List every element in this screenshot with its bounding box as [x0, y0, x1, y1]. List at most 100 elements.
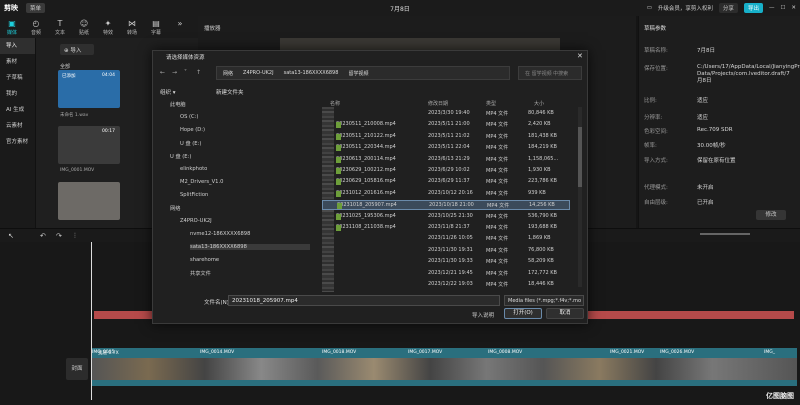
file-date: 2023/11/8 21:37: [428, 224, 470, 230]
tree-node[interactable]: 此电脑: [170, 101, 186, 108]
back-icon[interactable]: ←: [160, 69, 165, 76]
file-row[interactable]: 20231025_195306.mp4 2023/10/25 21:30 MP4 文…: [322, 212, 570, 222]
tree-node[interactable]: nvme12-186XXXX6898: [190, 231, 250, 237]
leftnav-item[interactable]: 我的: [0, 86, 35, 102]
file-row[interactable]: 2023/11/30 19:31 MP4 文件 76,800 KB: [322, 246, 570, 256]
clip-label: IMG_0014.MOV: [200, 350, 235, 355]
redo-icon[interactable]: ↷: [56, 232, 62, 240]
file-name-text: 20231012_201616.mp4: [336, 189, 396, 196]
undo-icon[interactable]: ↶: [40, 232, 46, 240]
file-row[interactable]: 20230511_210008.mp4 2023/5/11 21:00 MP4 文件…: [322, 120, 570, 130]
tool-transition[interactable]: ⋈ 转场: [120, 16, 144, 38]
open-button[interactable]: 打开(O): [504, 308, 542, 319]
recent-icon[interactable]: ˅: [184, 69, 187, 76]
dialog-close-icon[interactable]: ✕: [577, 52, 583, 60]
tool-text[interactable]: T 文本: [48, 16, 72, 38]
file-row[interactable]: 20230629_100212.mp4 2023/6/29 10:02 MP4 文件…: [322, 166, 570, 176]
tool-audio[interactable]: ◴ 音频: [24, 16, 48, 38]
split-icon[interactable]: ⫶: [74, 232, 76, 241]
search-input[interactable]: 在 留学视频 中搜索: [518, 66, 582, 80]
file-row[interactable]: 20230629_105816.mp4 2023/6/29 11:37 MP4 文件…: [322, 177, 570, 187]
tree-node[interactable]: 网络: [170, 205, 180, 212]
file-date: 2023/3/30 19:40: [428, 110, 470, 116]
tree-node[interactable]: Hope (D:): [180, 127, 205, 133]
filename-input[interactable]: 20231018_205907.mp4: [228, 295, 500, 306]
file-row[interactable]: 2023/3/30 19:40 MP4 文件 80,846 KB: [322, 109, 570, 119]
file-row[interactable]: 20230511_220344.mp4 2023/5/11 22:04 MP4 文件…: [322, 143, 570, 153]
leftnav-item[interactable]: 导入: [0, 38, 35, 54]
cancel-button[interactable]: 取消: [546, 308, 584, 319]
monitor-icon[interactable]: ▭: [647, 5, 652, 11]
export-button[interactable]: 导出: [743, 3, 763, 13]
file-row[interactable]: 20231012_201616.mp4 2023/10/12 20:16 MP4 文…: [322, 189, 570, 199]
tree-node[interactable]: OS (C:): [180, 114, 198, 120]
file-row[interactable]: 2023/11/30 19:33 MP4 文件 58,209 KB: [322, 257, 570, 267]
tool-more[interactable]: »: [168, 16, 192, 38]
leftnav-item[interactable]: 云素材: [0, 118, 35, 134]
tree-node[interactable]: SplitFiction: [180, 192, 208, 198]
zoom-slider[interactable]: [700, 233, 750, 235]
tree-node[interactable]: Z4PRO-UK2J: [180, 218, 212, 224]
tree-node[interactable]: U 盘 (E:): [180, 140, 201, 147]
tool-sticker[interactable]: ☺ 贴纸: [72, 16, 96, 38]
tool-caption[interactable]: ▤ 字幕: [144, 16, 168, 38]
leftnav-item[interactable]: 子草稿: [0, 70, 35, 86]
tree-node[interactable]: sharehome: [190, 257, 219, 263]
organize-button[interactable]: 组织 ▾: [160, 88, 176, 96]
playhead[interactable]: [91, 242, 92, 400]
effects-icon: ✦: [104, 19, 112, 28]
import-button[interactable]: ⊕ 导入: [60, 44, 94, 55]
up-icon[interactable]: ↑: [196, 69, 201, 76]
file-row[interactable]: 2023/12/21 19:45 MP4 文件 172,772 KB: [322, 269, 570, 279]
minimize-icon[interactable]: —: [769, 5, 775, 11]
tool-media[interactable]: ▣ 媒体: [0, 16, 24, 38]
tree-node[interactable]: sata13-186XXXX6898: [190, 244, 310, 250]
tool-effects[interactable]: ✦ 特效: [96, 16, 120, 38]
share-button[interactable]: 分享: [718, 3, 738, 13]
file-date: 2023/5/11 21:02: [428, 132, 470, 139]
file-row[interactable]: 2023/12/22 19:03 MP4 文件 18,446 KB: [322, 280, 570, 290]
leftnav-item[interactable]: 官方素材: [0, 134, 35, 150]
tree-node[interactable]: U 盘 (E:): [170, 153, 191, 160]
file-row[interactable]: 20230511_210122.mp4 2023/5/11 21:02 MP4 文件…: [322, 132, 570, 142]
mp4-file-icon: [336, 156, 341, 163]
file-row[interactable]: 2023/11/26 10:05 MP4 文件 1,869 KB: [322, 234, 570, 244]
new-folder-button[interactable]: 新建文件夹: [216, 88, 244, 96]
leftnav-item[interactable]: AI 生成: [0, 102, 35, 118]
file-row[interactable]: 20230613_200114.mp4 2023/6/13 21:29 MP4 文件…: [322, 155, 570, 165]
tree-node[interactable]: M2_Drivers_V1.0: [180, 179, 223, 185]
column-header[interactable]: 名称: [330, 100, 340, 107]
column-header[interactable]: 修改日期: [428, 100, 448, 107]
breadcrumb-item[interactable]: Z4PRO-UK2J: [243, 70, 274, 76]
column-header[interactable]: 类型: [486, 100, 496, 107]
column-header[interactable]: 大小: [534, 100, 544, 107]
file-size: 14,256 KB: [529, 202, 555, 209]
leftnav-item[interactable]: 素材: [0, 54, 35, 70]
cover-button[interactable]: 封面: [66, 358, 88, 380]
file-list-scrollbar[interactable]: [578, 107, 582, 287]
media-thumb-video[interactable]: [58, 182, 120, 220]
breadcrumb-item[interactable]: 网络: [223, 70, 233, 77]
forward-icon[interactable]: →: [172, 69, 177, 76]
address-bar[interactable]: 网络 Z4PRO-UK2J sata13-186XXXX6898 留学视频: [216, 66, 510, 80]
file-name-text: 20230629_100212.mp4: [336, 167, 396, 173]
breadcrumb-item[interactable]: 留学视频: [348, 70, 368, 77]
filetype-select[interactable]: Media files (*.mpg;*.f4v;*.mo: [504, 295, 584, 306]
modify-button[interactable]: 修改: [756, 210, 786, 220]
file-row[interactable]: 20231018_205907.mp4 2023/10/18 21:00 MP4 文…: [322, 200, 570, 210]
breadcrumb-item[interactable]: sata13-186XXXX6898: [284, 70, 339, 76]
menu-button[interactable]: 菜单: [26, 3, 46, 13]
import-explain-link[interactable]: 导入说明: [472, 311, 494, 319]
file-date: 2023/6/13 21:29: [428, 155, 470, 162]
more-icon: »: [177, 19, 183, 28]
vip-status-text[interactable]: 升级会员，享剪入权利: [658, 4, 713, 12]
mp4-file-icon: [336, 133, 341, 140]
tree-node[interactable]: 共享文件: [190, 270, 211, 277]
tree-node[interactable]: elinkphoto: [180, 166, 207, 172]
close-icon[interactable]: ✕: [791, 5, 796, 11]
maximize-icon[interactable]: ☐: [780, 5, 785, 11]
setting-value: 未开启: [697, 185, 714, 191]
select-tool-icon[interactable]: ↖: [8, 232, 14, 240]
filter-all[interactable]: 全部: [60, 63, 70, 70]
file-row[interactable]: 20231108_211038.mp4 2023/11/8 21:37 MP4 文件…: [322, 223, 570, 233]
